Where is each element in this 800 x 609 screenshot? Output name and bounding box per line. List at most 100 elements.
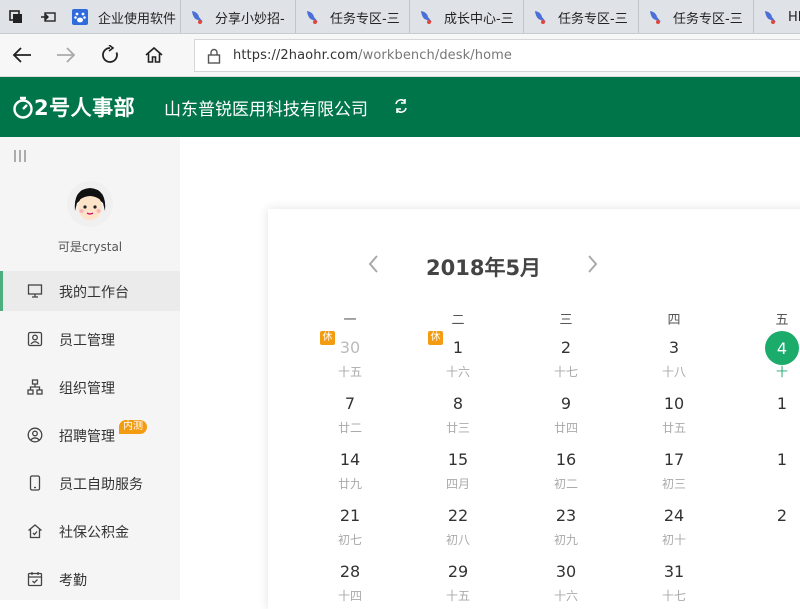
calendar-day[interactable]: 16 bbox=[546, 450, 586, 469]
calendar-day[interactable]: 3 bbox=[654, 338, 694, 357]
sidebar-item-attendance[interactable]: 考勤 bbox=[0, 559, 180, 599]
switch-company-icon[interactable] bbox=[392, 97, 410, 115]
main-content: 2018年5月 一二三四五 30 十五休 1 十六休 2 十七 3 十八 4 十 7 廿二 8 廿三 9 廿四 1… bbox=[180, 137, 800, 609]
lunar-date: 四月 bbox=[445, 477, 470, 491]
home-shield-icon bbox=[28, 524, 42, 539]
app-header: 2号人事部 山东普锐医用科技有限公司 bbox=[0, 77, 800, 137]
browser-tab[interactable]: 成长中心-三 bbox=[410, 0, 524, 33]
browser-tab[interactable]: 任务专区-三 bbox=[524, 0, 639, 33]
person-card-icon bbox=[27, 331, 43, 347]
browser-tab[interactable]: 分享小妙招- bbox=[181, 0, 296, 33]
sidebar-item-employees[interactable]: 员工管理 bbox=[0, 319, 180, 359]
calendar-day[interactable]: 29 bbox=[438, 562, 478, 581]
lunar-date: 廿九 bbox=[337, 477, 362, 491]
sidebar: 可是crystal 我的工作台 员工管理 组织管理 招聘管理 内测 员工自助服务… bbox=[0, 137, 180, 600]
holiday-rest-badge: 休 bbox=[428, 331, 443, 345]
holiday-rest-badge: 休 bbox=[320, 331, 335, 345]
logo[interactable]: 2号人事部 bbox=[12, 91, 135, 123]
lunar-date: 十八 bbox=[661, 365, 686, 379]
sidebar-item-self-service[interactable]: 员工自助服务 bbox=[0, 463, 180, 503]
calendar-day[interactable]: 30 bbox=[546, 562, 586, 581]
refresh-button[interactable] bbox=[95, 40, 125, 70]
sidebar-item-label: 我的工作台 bbox=[59, 285, 129, 301]
browser-tab[interactable]: HR bbox=[754, 0, 800, 33]
lunar-date: 初七 bbox=[337, 533, 362, 547]
calendar-day[interactable]: 15 bbox=[438, 450, 478, 469]
sidebar-item-label: 社保公积金 bbox=[59, 525, 129, 541]
home-button[interactable] bbox=[139, 40, 169, 70]
forward-button[interactable] bbox=[51, 40, 81, 70]
calendar-day[interactable]: 7 bbox=[330, 394, 370, 413]
sidebar-item-recruitment[interactable]: 招聘管理 内测 bbox=[0, 415, 180, 455]
bird-icon bbox=[304, 9, 320, 25]
sidebar-item-label: 组织管理 bbox=[59, 381, 115, 397]
calendar-day[interactable]: 30 bbox=[330, 338, 370, 357]
lunar-date: 初八 bbox=[445, 533, 470, 547]
browser-tab[interactable]: 任务专区-三 bbox=[296, 0, 410, 33]
avatar[interactable] bbox=[67, 181, 113, 227]
baidu-paw-icon bbox=[72, 9, 88, 25]
lunar-date: 初三 bbox=[661, 477, 686, 491]
month-title: 2018年5月 bbox=[426, 256, 542, 280]
browser-tab[interactable]: 企业使用软件 bbox=[64, 0, 181, 33]
collapse-menu-icon[interactable] bbox=[13, 149, 27, 163]
today-day-cell[interactable]: 4 bbox=[765, 331, 799, 365]
back-button[interactable] bbox=[7, 40, 37, 70]
url-text: https://2haohr.com/workbench/desk/home bbox=[233, 48, 513, 63]
calendar-day[interactable]: 1 bbox=[762, 394, 800, 413]
calendar-day[interactable]: 21 bbox=[330, 506, 370, 525]
company-name[interactable]: 山东普锐医用科技有限公司 bbox=[164, 95, 368, 120]
sidebar-item-workbench[interactable]: 我的工作台 bbox=[0, 271, 180, 311]
beta-badge: 内测 bbox=[119, 420, 147, 434]
forward-arrow-icon bbox=[57, 47, 76, 63]
calendar-day[interactable]: 2 bbox=[762, 506, 800, 525]
calendar-day[interactable]: 2 bbox=[546, 338, 586, 357]
avatar-cartoon-icon bbox=[67, 181, 113, 227]
calendar-day[interactable]: 22 bbox=[438, 506, 478, 525]
lunar-date: 十六 bbox=[445, 365, 470, 379]
bird-icon bbox=[647, 9, 663, 25]
user-circle-icon bbox=[27, 427, 43, 443]
lunar-date: 十 bbox=[775, 365, 788, 379]
browser-tab[interactable]: 任务专区-三 bbox=[639, 0, 754, 33]
next-month-button[interactable] bbox=[582, 253, 602, 275]
calendar-day[interactable]: 28 bbox=[330, 562, 370, 581]
calendar-day[interactable]: 9 bbox=[546, 394, 586, 413]
phone-icon bbox=[29, 475, 41, 491]
sidebar-item-label: 考勤 bbox=[59, 573, 87, 589]
calendar-day[interactable]: 1 bbox=[438, 338, 478, 357]
sidebar-item-organization[interactable]: 组织管理 bbox=[0, 367, 180, 407]
logo-text: 2号人事部 bbox=[34, 96, 136, 120]
sidebar-item-social-security[interactable]: 社保公积金 bbox=[0, 511, 180, 551]
set-tabs-aside-icon[interactable] bbox=[32, 0, 64, 33]
bird-icon bbox=[762, 9, 778, 25]
sidebar-item-label: 员工自助服务 bbox=[59, 477, 143, 493]
bird-icon bbox=[189, 9, 205, 25]
username[interactable]: 可是crystal bbox=[0, 238, 180, 255]
browser-navbar: https://2haohr.com/workbench/desk/home bbox=[0, 34, 800, 77]
weekday-header: 四 bbox=[667, 313, 681, 328]
calendar-day[interactable]: 23 bbox=[546, 506, 586, 525]
calendar-day[interactable]: 24 bbox=[654, 506, 694, 525]
lunar-date: 初二 bbox=[553, 477, 578, 491]
lunar-date: 初十 bbox=[661, 533, 686, 547]
lunar-date: 十五 bbox=[445, 589, 470, 603]
address-bar[interactable]: https://2haohr.com/workbench/desk/home bbox=[194, 39, 800, 72]
calendar-day[interactable]: 17 bbox=[654, 450, 694, 469]
calendar-day[interactable]: 10 bbox=[654, 394, 694, 413]
lunar-date: 十七 bbox=[661, 589, 686, 603]
weekday-header: 三 bbox=[559, 313, 573, 328]
calendar-day[interactable]: 1 bbox=[762, 450, 800, 469]
org-chart-icon bbox=[27, 379, 43, 395]
bird-icon bbox=[418, 9, 434, 25]
home-icon bbox=[145, 46, 163, 63]
calendar-day[interactable]: 31 bbox=[654, 562, 694, 581]
bird-icon bbox=[532, 9, 548, 25]
prev-month-button[interactable] bbox=[364, 253, 384, 275]
calendar-day[interactable]: 14 bbox=[330, 450, 370, 469]
calendar-day[interactable]: 8 bbox=[438, 394, 478, 413]
tab-actions-icon[interactable] bbox=[0, 0, 32, 33]
browser-tab-title: 任务专区-三 bbox=[558, 11, 628, 27]
lunar-date: 十六 bbox=[553, 589, 578, 603]
lock-icon bbox=[207, 48, 221, 64]
